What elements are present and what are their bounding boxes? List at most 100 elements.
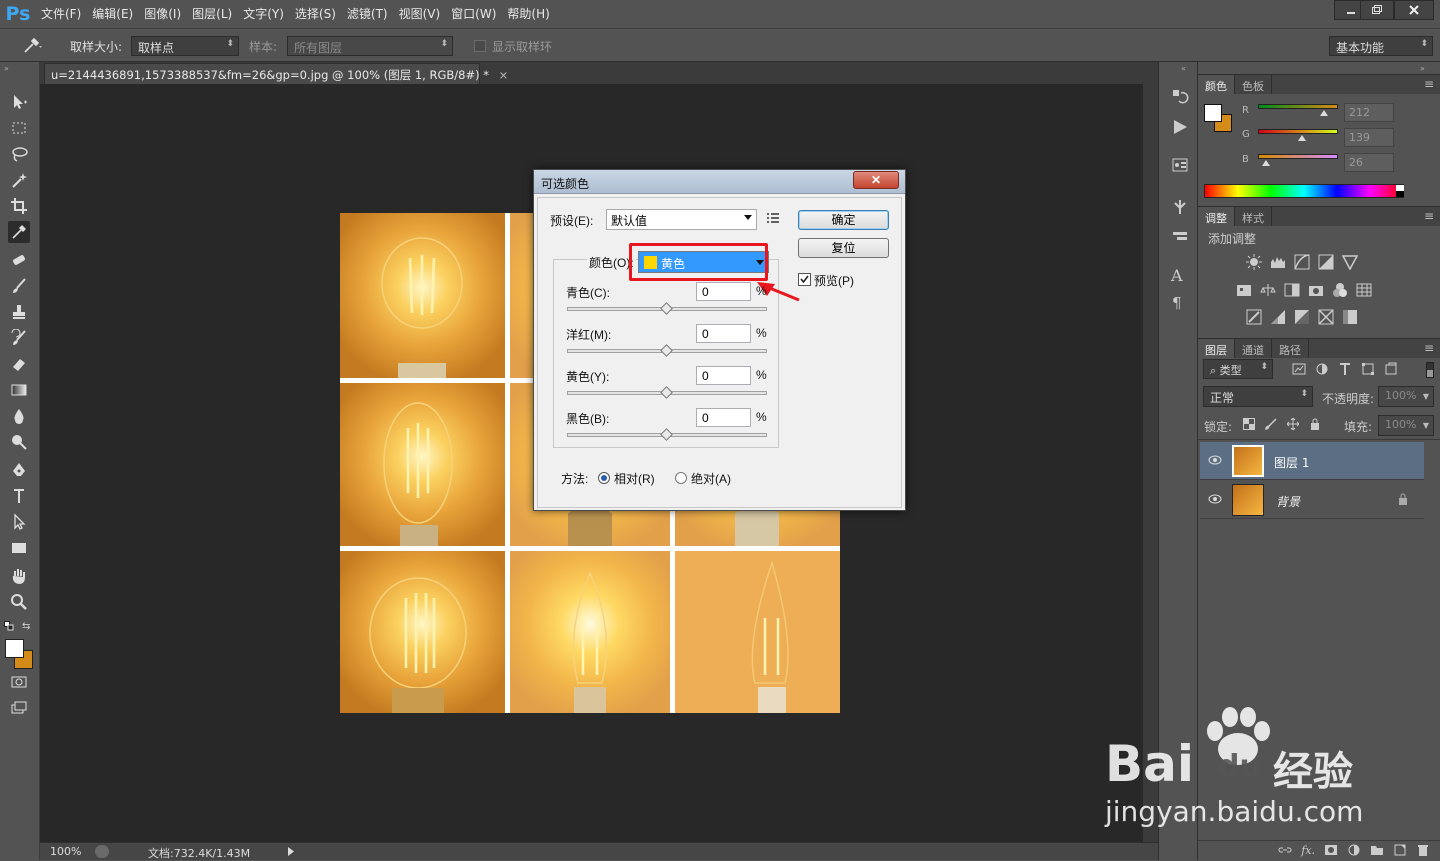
exposure-icon[interactable] bbox=[1318, 254, 1334, 270]
quick-mask-icon[interactable] bbox=[8, 671, 30, 693]
delete-layer-icon[interactable] bbox=[1416, 844, 1430, 857]
tab-close-icon[interactable]: × bbox=[499, 68, 509, 82]
color-lookup-icon[interactable] bbox=[1356, 282, 1372, 298]
zoom-tool-icon[interactable] bbox=[8, 591, 30, 613]
reset-button[interactable]: 复位 bbox=[798, 238, 889, 258]
healing-brush-tool-icon[interactable] bbox=[8, 249, 30, 271]
layer-style-fx-icon[interactable]: fx. bbox=[1301, 844, 1315, 857]
move-tool-icon[interactable] bbox=[8, 91, 30, 113]
properties-panel-icon[interactable] bbox=[1171, 156, 1189, 174]
color-balance-icon[interactable] bbox=[1260, 282, 1276, 298]
stamp-tool-icon[interactable] bbox=[8, 301, 30, 323]
tab-layers[interactable]: 图层 bbox=[1198, 339, 1235, 358]
lasso-tool-icon[interactable] bbox=[8, 143, 30, 165]
gradient-map-icon[interactable] bbox=[1318, 309, 1334, 325]
selective-color-icon[interactable] bbox=[1342, 309, 1358, 325]
eraser-tool-icon[interactable] bbox=[8, 353, 30, 375]
pixel-filter-icon[interactable] bbox=[1292, 362, 1306, 376]
opacity-input[interactable]: 100% ▼ bbox=[1378, 386, 1434, 407]
paragraph-panel-icon[interactable]: ¶ bbox=[1172, 294, 1182, 312]
restore-icon[interactable] bbox=[1360, 0, 1394, 20]
channel-r-value[interactable]: 212 bbox=[1344, 103, 1394, 122]
channel-b-slider[interactable] bbox=[1258, 154, 1338, 159]
black-input[interactable]: 0 bbox=[696, 408, 751, 427]
fill-input[interactable]: 100% ▼ bbox=[1378, 415, 1434, 436]
channel-r-slider[interactable] bbox=[1258, 104, 1338, 109]
lock-position-icon[interactable] bbox=[1287, 418, 1299, 430]
adjustment-filter-icon[interactable] bbox=[1315, 362, 1329, 376]
posterize-icon[interactable] bbox=[1270, 309, 1286, 325]
channel-b-value[interactable]: 26 bbox=[1344, 153, 1394, 172]
history-brush-tool-icon[interactable] bbox=[8, 327, 30, 349]
panel-menu-icon[interactable]: ≡ bbox=[1418, 75, 1440, 94]
brush-tool-icon[interactable] bbox=[8, 275, 30, 297]
menu-edit[interactable]: 编辑(E) bbox=[87, 0, 138, 28]
pen-tool-icon[interactable] bbox=[8, 459, 30, 481]
layer-name[interactable]: 图层 1 bbox=[1274, 454, 1309, 471]
invert-icon[interactable] bbox=[1246, 309, 1262, 325]
tab-styles[interactable]: 样式 bbox=[1235, 207, 1272, 226]
yellow-input[interactable]: 0 bbox=[696, 366, 751, 385]
close-icon[interactable] bbox=[1394, 0, 1434, 20]
method-relative-label[interactable]: 相对(R) bbox=[614, 470, 655, 487]
tab-color[interactable]: 颜色 bbox=[1198, 75, 1235, 94]
vibrance-icon[interactable] bbox=[1342, 254, 1358, 270]
ok-button[interactable]: 确定 bbox=[798, 210, 889, 230]
layer-row[interactable]: 背景 bbox=[1200, 481, 1424, 519]
hand-tool-icon[interactable] bbox=[8, 565, 30, 587]
character-panel-icon[interactable]: A bbox=[1171, 266, 1183, 285]
menu-select[interactable]: 选择(S) bbox=[290, 0, 341, 28]
marquee-tool-icon[interactable] bbox=[8, 117, 30, 139]
workspace-select[interactable]: 基本功能 ⬍ bbox=[1329, 36, 1433, 56]
cyan-input[interactable]: 0 bbox=[696, 282, 751, 301]
channel-mixer-icon[interactable] bbox=[1332, 282, 1348, 298]
menu-help[interactable]: 帮助(H) bbox=[502, 0, 554, 28]
eyedropper-icon[interactable] bbox=[22, 37, 42, 55]
shape-filter-icon[interactable] bbox=[1361, 362, 1375, 376]
lock-pixels-icon[interactable] bbox=[1265, 418, 1277, 430]
layer-filter-select[interactable]: ⌕ 类型 ⬍ bbox=[1203, 359, 1273, 379]
zoom-level[interactable]: 100% bbox=[50, 845, 81, 858]
visibility-eye-icon[interactable] bbox=[1208, 494, 1222, 504]
sample-select[interactable]: 所有图层 ⬍ bbox=[287, 36, 453, 56]
dialog-title-bar[interactable]: 可选颜色 bbox=[534, 170, 905, 194]
smart-object-filter-icon[interactable] bbox=[1384, 362, 1398, 376]
blur-tool-icon[interactable] bbox=[8, 405, 30, 427]
gradient-tool-icon[interactable] bbox=[8, 379, 30, 401]
channel-g-thumb[interactable] bbox=[1298, 135, 1306, 141]
status-info-icon[interactable] bbox=[95, 845, 109, 858]
lock-all-icon[interactable] bbox=[1309, 418, 1321, 430]
collapse-icon[interactable]: » bbox=[1420, 64, 1425, 73]
lock-transparency-icon[interactable] bbox=[1243, 418, 1255, 430]
collapse-icon[interactable]: » bbox=[4, 64, 9, 73]
preview-label[interactable]: 预览(P) bbox=[814, 272, 854, 289]
menu-filter[interactable]: 滤镜(T) bbox=[342, 0, 393, 28]
panel-menu-icon[interactable]: ≡ bbox=[1418, 207, 1440, 226]
clone-source-panel-icon[interactable] bbox=[1171, 226, 1189, 244]
method-relative-radio[interactable] bbox=[598, 472, 610, 484]
curves-icon[interactable] bbox=[1294, 254, 1310, 270]
channel-b-thumb[interactable] bbox=[1262, 160, 1270, 166]
menu-layer[interactable]: 图层(L) bbox=[187, 0, 237, 28]
rectangle-tool-icon[interactable] bbox=[8, 537, 30, 559]
add-mask-icon[interactable] bbox=[1324, 844, 1338, 857]
menu-file[interactable]: 文件(F) bbox=[36, 0, 86, 28]
tab-adjustments[interactable]: 调整 bbox=[1198, 207, 1235, 226]
document-tab[interactable]: u=2144436891,1573388537&fm=26&gp=0.jpg @… bbox=[44, 63, 508, 84]
brightness-contrast-icon[interactable] bbox=[1246, 254, 1262, 270]
show-ring-checkbox[interactable] bbox=[474, 40, 486, 52]
swap-colors-icon[interactable]: ⇆ bbox=[22, 621, 30, 632]
color-panel-foreground-swatch[interactable] bbox=[1204, 104, 1222, 122]
channel-r-thumb[interactable] bbox=[1320, 110, 1329, 116]
tab-swatches[interactable]: 色板 bbox=[1235, 75, 1272, 94]
type-filter-icon[interactable] bbox=[1338, 362, 1352, 376]
path-selection-tool-icon[interactable] bbox=[8, 511, 30, 533]
channel-g-value[interactable]: 139 bbox=[1344, 128, 1394, 147]
menu-image[interactable]: 图像(I) bbox=[139, 0, 186, 28]
preset-options-icon[interactable] bbox=[766, 212, 780, 224]
photo-filter-icon[interactable] bbox=[1308, 282, 1324, 298]
levels-icon[interactable] bbox=[1270, 254, 1286, 270]
method-absolute-radio[interactable] bbox=[675, 472, 687, 484]
link-layers-icon[interactable] bbox=[1278, 844, 1292, 857]
black-white-icon[interactable] bbox=[1284, 282, 1300, 298]
